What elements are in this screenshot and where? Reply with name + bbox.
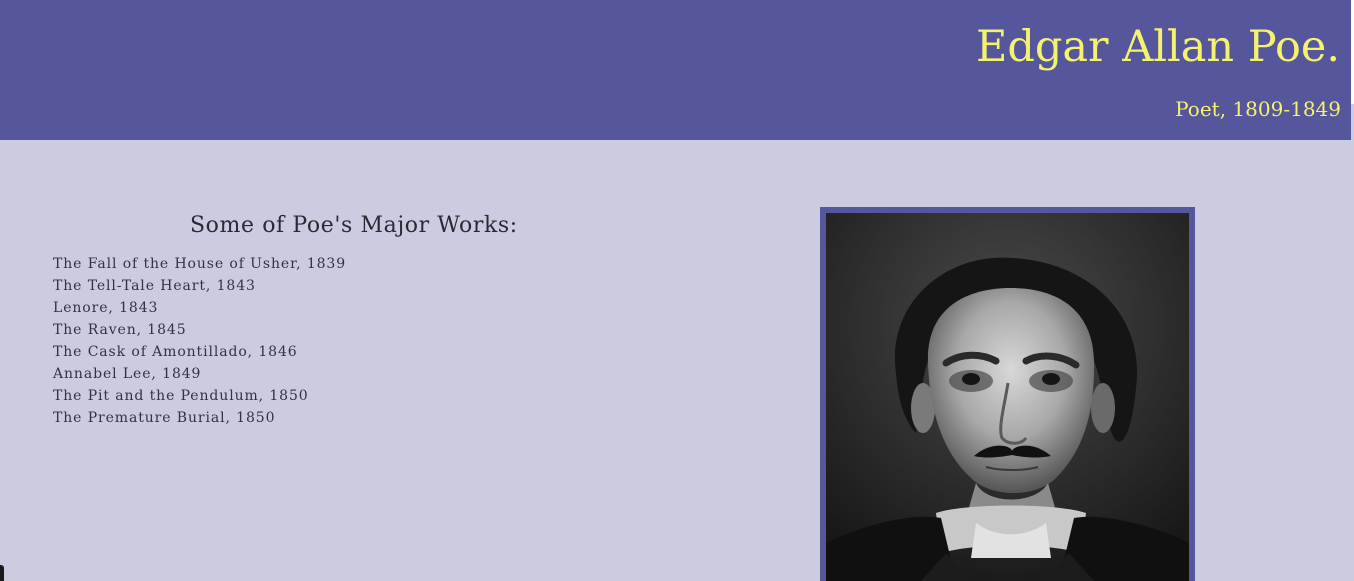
list-item: The Raven, 1845 bbox=[53, 322, 187, 338]
works-heading: Some of Poe's Major Works: bbox=[190, 213, 518, 238]
works-list: The Fall of the House of Usher, 1839 The… bbox=[53, 253, 346, 429]
window-corner bbox=[0, 565, 4, 581]
list-item: The Fall of the House of Usher, 1839 bbox=[53, 256, 347, 272]
site-subtitle: Poet, 1809-1849 bbox=[1175, 97, 1341, 121]
list-item: Lenore, 1843 bbox=[53, 300, 159, 316]
site-title: Edgar Allan Poe. bbox=[975, 22, 1340, 72]
list-item: The Premature Burial, 1850 bbox=[53, 410, 276, 426]
site-header: Edgar Allan Poe. Poet, 1809-1849 bbox=[0, 0, 1351, 140]
list-item: Annabel Lee, 1849 bbox=[53, 366, 202, 382]
list-item: The Cask of Amontillado, 1846 bbox=[53, 344, 298, 360]
list-item: The Pit and the Pendulum, 1850 bbox=[53, 388, 309, 404]
portrait-frame bbox=[820, 207, 1195, 581]
poe-portrait-image bbox=[826, 213, 1189, 581]
list-item: The Tell-Tale Heart, 1843 bbox=[53, 278, 256, 294]
